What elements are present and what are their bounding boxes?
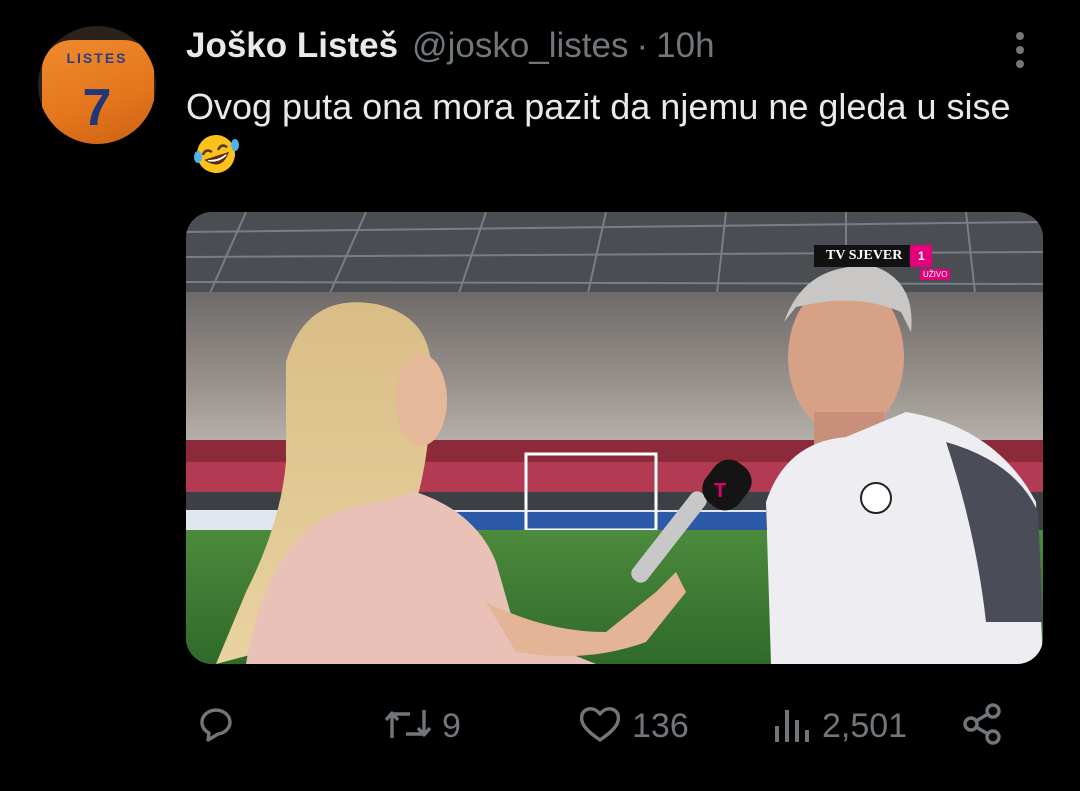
views-chart-icon xyxy=(770,702,814,751)
tweet-text: Ovog puta ona mora pazit da njemu ne gle… xyxy=(186,82,1026,188)
avatar-jersey-name: LISTES xyxy=(66,50,128,66)
svg-text:T: T xyxy=(714,480,726,502)
more-options-icon[interactable] xyxy=(1004,32,1036,68)
like-count: 136 xyxy=(632,706,689,745)
retweet-icon xyxy=(382,702,434,751)
view-count: 2,501 xyxy=(822,706,908,745)
laughing-emoji-icon xyxy=(192,133,240,188)
interview-photo: T xyxy=(186,212,1043,664)
header-separator: · xyxy=(636,26,649,65)
live-badge: UŽIVO xyxy=(920,269,951,280)
author-display-name[interactable]: Joško Listeš xyxy=(186,26,398,66)
channel-number-badge: 1 xyxy=(910,245,933,267)
reply-button[interactable] xyxy=(192,696,248,756)
author-handle[interactable]: @josko_listes xyxy=(412,26,628,66)
share-icon xyxy=(960,701,1006,752)
retweet-button[interactable]: 9 xyxy=(382,696,461,756)
author-avatar[interactable]: LISTES 7 xyxy=(38,26,156,144)
share-button[interactable] xyxy=(960,696,1006,756)
reply-icon xyxy=(192,702,240,751)
tweet-header: Joško Listeš @josko_listes · 10h xyxy=(186,22,715,70)
avatar-jersey-number: 7 xyxy=(82,79,112,137)
tweet-action-bar: 9 136 2,501 xyxy=(0,696,1080,756)
tweet-media-image[interactable]: T TV SJEVER 1 UŽIVO xyxy=(186,212,1043,664)
views-button[interactable]: 2,501 xyxy=(770,696,907,756)
heart-icon xyxy=(576,702,624,751)
retweet-count: 9 xyxy=(442,706,461,745)
broadcaster-name: TV SJEVER xyxy=(826,248,903,263)
tweet-timestamp[interactable]: 10h xyxy=(656,26,714,66)
like-button[interactable]: 136 xyxy=(576,696,689,756)
tweet-body: Ovog puta ona mora pazit da njemu ne gle… xyxy=(186,86,1011,127)
broadcaster-logo: TV SJEVER 1 xyxy=(814,245,933,267)
